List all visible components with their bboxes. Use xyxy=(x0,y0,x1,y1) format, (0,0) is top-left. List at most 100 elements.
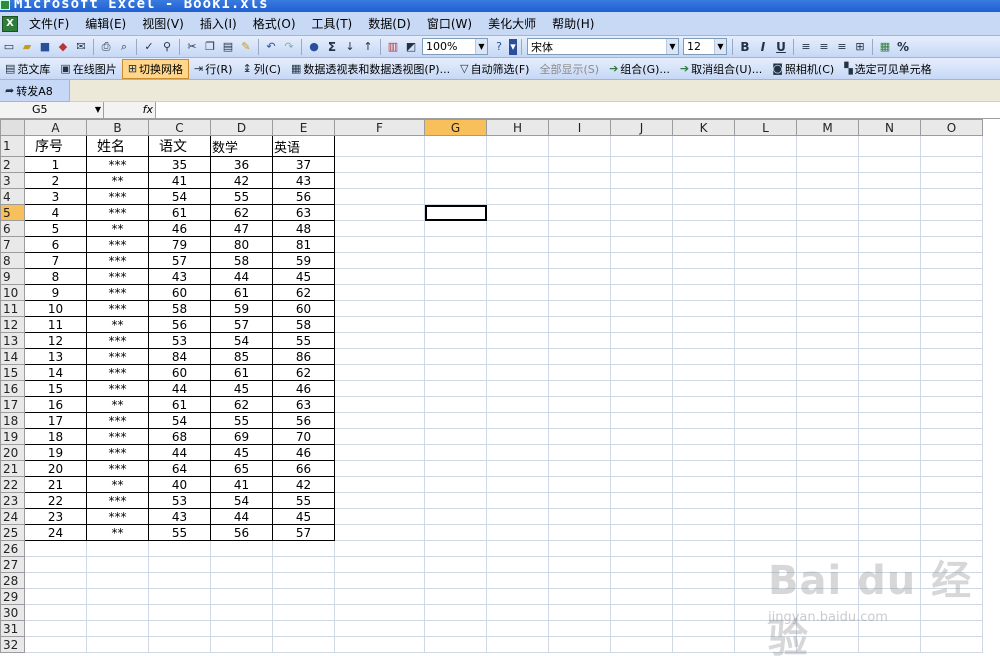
cell[interactable] xyxy=(486,636,549,653)
cell[interactable] xyxy=(672,300,735,317)
cell[interactable] xyxy=(734,380,797,397)
cell[interactable] xyxy=(920,412,983,429)
row-header[interactable]: 23 xyxy=(0,492,25,509)
data-cell[interactable]: 60 xyxy=(148,284,211,301)
cell[interactable] xyxy=(796,380,859,397)
cell[interactable] xyxy=(424,188,487,205)
row-header[interactable]: 21 xyxy=(0,460,25,477)
data-cell[interactable]: 41 xyxy=(210,476,273,493)
data-cell[interactable]: *** xyxy=(86,204,149,221)
cell[interactable] xyxy=(548,156,611,173)
cell[interactable] xyxy=(210,556,273,573)
cell[interactable] xyxy=(548,236,611,253)
column-header-e[interactable]: E xyxy=(272,119,335,136)
cell[interactable] xyxy=(858,188,921,205)
menu-tools[interactable]: 工具(T) xyxy=(305,13,362,35)
data-cell[interactable]: 13 xyxy=(24,348,87,365)
cell[interactable] xyxy=(920,188,983,205)
data-cell[interactable]: *** xyxy=(86,428,149,445)
cell[interactable] xyxy=(148,604,211,621)
cell[interactable] xyxy=(424,492,487,509)
cell[interactable] xyxy=(610,284,673,301)
cell[interactable] xyxy=(920,348,983,365)
cell[interactable] xyxy=(796,636,859,653)
bold-button[interactable]: B xyxy=(737,39,753,55)
cell[interactable] xyxy=(548,636,611,653)
cell[interactable] xyxy=(610,604,673,621)
cell[interactable] xyxy=(548,252,611,269)
cell[interactable] xyxy=(734,268,797,285)
data-cell[interactable]: *** xyxy=(86,348,149,365)
data-cell[interactable]: 61 xyxy=(210,364,273,381)
cell[interactable] xyxy=(334,636,425,653)
menu-data[interactable]: 数据(D) xyxy=(361,13,420,35)
cell[interactable] xyxy=(424,444,487,461)
cell[interactable] xyxy=(334,572,425,589)
row-header[interactable]: 14 xyxy=(0,348,25,365)
cell[interactable] xyxy=(548,476,611,493)
row-header[interactable]: 10 xyxy=(0,284,25,301)
cell[interactable] xyxy=(272,636,335,653)
cell[interactable] xyxy=(796,556,859,573)
cell[interactable] xyxy=(610,476,673,493)
toolbar-item-autofilter[interactable]: ▽ 自动筛选(F) xyxy=(455,59,534,79)
cell[interactable] xyxy=(334,380,425,397)
cell[interactable] xyxy=(610,428,673,445)
workbook-icon[interactable]: X xyxy=(2,15,18,32)
column-header-m[interactable]: M xyxy=(796,119,859,136)
data-cell[interactable]: 56 xyxy=(272,412,335,429)
cell[interactable] xyxy=(672,604,735,621)
data-cell[interactable]: 86 xyxy=(272,348,335,365)
cell[interactable] xyxy=(610,412,673,429)
cell[interactable] xyxy=(672,540,735,557)
cell[interactable] xyxy=(424,412,487,429)
data-cell[interactable]: 4 xyxy=(24,204,87,221)
cell[interactable] xyxy=(858,236,921,253)
cell[interactable] xyxy=(610,300,673,317)
data-cell[interactable]: 61 xyxy=(210,284,273,301)
cell[interactable] xyxy=(334,135,425,157)
cell[interactable] xyxy=(424,156,487,173)
cell[interactable] xyxy=(858,300,921,317)
row-header[interactable]: 22 xyxy=(0,476,25,493)
data-cell[interactable]: 65 xyxy=(210,460,273,477)
column-header-h[interactable]: H xyxy=(486,119,549,136)
cell[interactable] xyxy=(858,508,921,525)
data-cell[interactable]: *** xyxy=(86,156,149,173)
cell[interactable] xyxy=(548,572,611,589)
header-cell[interactable]: 序号 xyxy=(24,135,87,157)
row-header[interactable]: 5 xyxy=(0,204,25,221)
cell[interactable] xyxy=(424,220,487,237)
column-header-k[interactable]: K xyxy=(672,119,735,136)
cell[interactable] xyxy=(148,636,211,653)
cell[interactable] xyxy=(486,524,549,541)
toolbar-item-row[interactable]: ⇥ 行(R) xyxy=(189,59,237,79)
data-cell[interactable]: 60 xyxy=(272,300,335,317)
cell[interactable] xyxy=(424,396,487,413)
cell[interactable] xyxy=(424,620,487,637)
menu-format[interactable]: 格式(O) xyxy=(246,13,305,35)
cell[interactable] xyxy=(610,348,673,365)
cell[interactable] xyxy=(334,236,425,253)
cell[interactable] xyxy=(858,428,921,445)
row-header[interactable]: 27 xyxy=(0,556,25,573)
cell[interactable] xyxy=(486,444,549,461)
cell[interactable] xyxy=(920,572,983,589)
open-folder-icon[interactable]: ▰ xyxy=(19,39,35,55)
cell[interactable] xyxy=(610,444,673,461)
data-cell[interactable]: 56 xyxy=(148,316,211,333)
cell[interactable] xyxy=(486,396,549,413)
autosum-icon[interactable]: Σ xyxy=(324,39,340,55)
cell[interactable] xyxy=(672,316,735,333)
cell[interactable] xyxy=(424,268,487,285)
row-header[interactable]: 11 xyxy=(0,300,25,317)
cell[interactable] xyxy=(920,508,983,525)
cell[interactable] xyxy=(858,540,921,557)
cell[interactable] xyxy=(734,284,797,301)
research-icon[interactable]: ⚲ xyxy=(159,39,175,55)
data-cell[interactable]: 55 xyxy=(272,332,335,349)
cell[interactable] xyxy=(858,444,921,461)
cell[interactable] xyxy=(796,444,859,461)
data-cell[interactable]: 62 xyxy=(210,204,273,221)
data-cell[interactable]: *** xyxy=(86,492,149,509)
